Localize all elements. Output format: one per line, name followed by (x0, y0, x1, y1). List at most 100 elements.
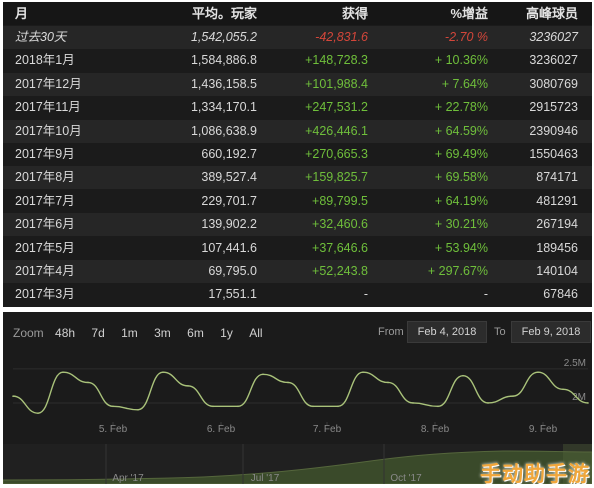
row-avg-players: 1,334,170.1 (190, 100, 257, 115)
series-point (462, 374, 464, 377)
row-month: 2017年6月 (15, 217, 75, 232)
series-point (212, 405, 214, 408)
table-row: 2017年9月 660,192.7 +270,665.3 + 69.49% 155046… (3, 143, 592, 166)
row-month: 2017年9月 (15, 147, 75, 161)
header-avg-players[interactable]: 平均。玩家 (192, 2, 257, 25)
header-month[interactable]: 月 (15, 2, 28, 25)
x-tick-label: 8. Feb (421, 424, 450, 435)
zoom-1y-button[interactable]: 1y (220, 326, 233, 340)
row-peak-players: 874171 (536, 170, 578, 185)
row-peak-players: 267194 (536, 217, 578, 232)
row-peak-players: 3080769 (529, 76, 578, 91)
zoom-all-button[interactable]: All (249, 326, 262, 340)
series-point (62, 371, 64, 374)
row-month: 2017年4月 (15, 264, 75, 278)
series-point (337, 405, 339, 408)
x-tick-label: 9. Feb (529, 424, 558, 435)
y-tick-label: 2M (572, 392, 586, 403)
series-point (37, 412, 39, 414)
row-avg-players: 107,441.6 (201, 240, 257, 255)
row-avg-players: 1,542,055.2 (190, 30, 257, 44)
row-gain: +270,665.3 (305, 147, 368, 161)
row-pct-gain: -2.70 % (444, 30, 488, 44)
series-point (537, 371, 539, 374)
row-pct-gain: + 30.21% (434, 217, 488, 232)
x-tick-label: 5. Feb (99, 424, 128, 435)
row-gain: +148,728.3 (305, 53, 368, 68)
row-pct-gain: + 297.67% (427, 264, 488, 278)
watermark-logo: 手动助手游 (480, 462, 590, 486)
series-point (512, 395, 514, 397)
table-header-row: 月 平均。玩家 获得 %增益 高峰球员 (3, 2, 592, 25)
to-label: To (494, 326, 506, 338)
series-point (112, 405, 114, 408)
row-peak-players: 67846 (543, 287, 578, 302)
row-month: 2017年3月 (15, 287, 75, 302)
series-point (387, 381, 389, 384)
from-date-input[interactable]: Feb 4, 2018 (407, 321, 487, 343)
row-month: 2017年12月 (15, 76, 82, 91)
row-month: 2017年8月 (15, 170, 75, 185)
series-point (137, 408, 139, 411)
series-point (162, 371, 164, 374)
row-month: 2017年11月 (15, 100, 81, 115)
row-gain: +89,799.5 (312, 193, 368, 208)
series-point (187, 385, 189, 387)
from-label: From (378, 326, 404, 338)
series-point (287, 381, 289, 384)
table-row: 2018年1月 1,584,886.8 +148,728.3 + 10.36% 3236… (3, 49, 592, 72)
row-avg-players: 69,795.0 (208, 264, 257, 278)
row-month: 2017年10月 (15, 123, 82, 138)
to-date-input[interactable]: Feb 9, 2018 (511, 321, 591, 343)
zoom-48h-button[interactable]: 48h (55, 326, 75, 340)
navigator-label: Jul '17 (251, 473, 280, 484)
table-row: 2017年5月 107,441.6 +37,646.6 + 53.94% 189456 (3, 237, 592, 260)
series-point (312, 405, 314, 408)
navigator-label: Oct '17 (390, 473, 422, 484)
player-stats-table: 月 平均。玩家 获得 %增益 高峰球员 过去30天 1,542,055.2 -42,… (3, 2, 592, 307)
x-tick-label: 7. Feb (313, 424, 342, 435)
row-pct-gain: + 22.78% (434, 100, 488, 115)
table-row: 2017年12月 1,436,158.5 +101,988.4 + 7.64% 3080… (3, 72, 592, 96)
x-tick-label: 6. Feb (207, 424, 236, 435)
zoom-7d-button[interactable]: 7d (91, 326, 104, 340)
header-peak-players[interactable]: 高峰球员 (526, 2, 578, 25)
row-gain: +101,988.4 (305, 76, 368, 91)
row-pct-gain: - (483, 287, 488, 302)
row-gain: +37,646.6 (312, 240, 368, 255)
row-avg-players: 1,086,638.9 (190, 123, 257, 138)
row-pct-gain: + 10.36% (434, 53, 488, 68)
row-gain: +159,825.7 (305, 170, 368, 185)
row-pct-gain: + 53.94% (434, 240, 488, 255)
row-month: 2018年1月 (15, 53, 75, 68)
zoom-3m-button[interactable]: 3m (154, 326, 171, 340)
series-point (587, 402, 589, 404)
row-month: 2017年7月 (15, 193, 75, 208)
table-row: 2017年8月 389,527.4 +159,825.7 + 69.58% 874171 (3, 166, 592, 190)
row-gain: - (363, 287, 368, 302)
header-gain[interactable]: 获得 (342, 2, 368, 25)
row-gain: +247,531.2 (305, 100, 368, 115)
series-point (237, 405, 239, 408)
zoom-bar: Zoom 48h 7d 1m 3m 6m 1y All (13, 326, 276, 340)
series-point (362, 371, 364, 374)
row-pct-gain: + 64.59% (434, 123, 488, 138)
row-peak-players: 481291 (536, 193, 578, 208)
table-row: 2017年3月 17,551.1 - - 67846 (3, 283, 592, 306)
row-avg-players: 17,551.1 (208, 287, 257, 302)
series-point (437, 405, 439, 408)
table-row: 过去30天 1,542,055.2 -42,831.6 -2.70 % 3236027 (3, 26, 592, 49)
series-point (87, 381, 89, 384)
row-peak-players: 1550463 (529, 147, 578, 161)
zoom-label: Zoom (13, 326, 44, 340)
navigator-label: Apr '17 (112, 473, 144, 484)
header-pct-gain[interactable]: %增益 (450, 2, 488, 25)
row-peak-players: 140104 (536, 264, 578, 278)
zoom-6m-button[interactable]: 6m (187, 326, 204, 340)
row-avg-players: 660,192.7 (201, 147, 257, 161)
row-avg-players: 229,701.7 (201, 193, 257, 208)
series-point (12, 395, 14, 397)
zoom-1m-button[interactable]: 1m (121, 326, 138, 340)
row-peak-players: 3236027 (529, 30, 578, 44)
row-peak-players: 2390946 (529, 123, 578, 138)
